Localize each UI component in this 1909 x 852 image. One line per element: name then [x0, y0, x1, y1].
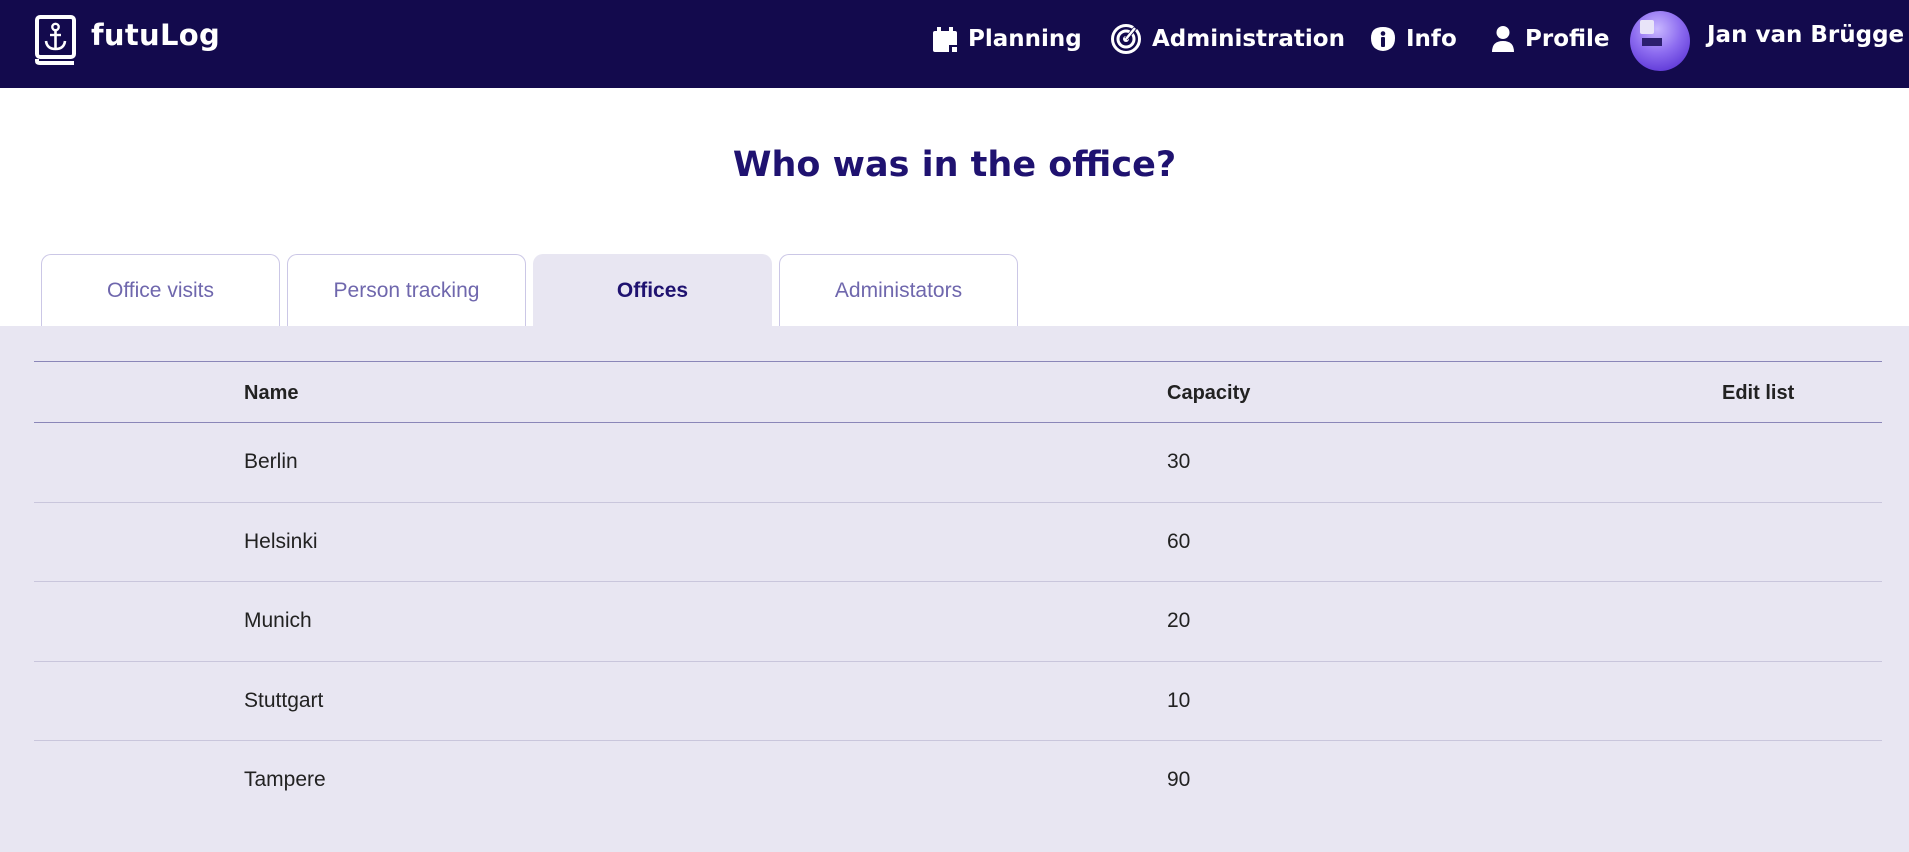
- office-name: Stuttgart: [244, 688, 324, 712]
- table-row[interactable]: Helsinki 60: [34, 503, 1882, 582]
- table-row[interactable]: Tampere 90: [34, 741, 1882, 821]
- nav-info-label: Info: [1406, 26, 1457, 52]
- tab-offices[interactable]: Offices: [533, 254, 772, 326]
- calendar-icon: [933, 27, 957, 52]
- page-title: Who was in the office?: [732, 145, 1177, 185]
- nav-administration[interactable]: Administration: [1110, 0, 1345, 78]
- table-row[interactable]: Berlin 30: [34, 423, 1882, 503]
- tab-office-visits[interactable]: Office visits: [41, 254, 280, 326]
- avatar-image-detail: [1640, 20, 1654, 34]
- tab-person-tracking[interactable]: Person tracking: [287, 254, 526, 326]
- nav-planning-label: Planning: [968, 26, 1082, 52]
- office-capacity: 60: [1167, 529, 1191, 553]
- tab-administators[interactable]: Administators: [779, 254, 1018, 326]
- office-capacity: 90: [1167, 768, 1191, 791]
- offices-panel: Name Capacity Edit list Berlin 30 Helsin…: [0, 326, 1909, 852]
- avatar[interactable]: [1630, 11, 1690, 71]
- nav-planning[interactable]: Planning: [932, 0, 1082, 78]
- nav-administration-label: Administration: [1152, 26, 1345, 52]
- logbook-anchor-icon: [35, 15, 76, 65]
- person-icon: [1492, 26, 1514, 52]
- office-capacity: 20: [1167, 609, 1191, 632]
- table-row[interactable]: Stuttgart 10: [34, 662, 1882, 741]
- target-icon: [1111, 24, 1141, 54]
- nav-profile-label: Profile: [1525, 26, 1610, 52]
- table-header: Name Capacity Edit list: [34, 361, 1882, 423]
- top-navigation-bar: futuLog Planning Administration Info Pro…: [0, 0, 1909, 88]
- office-capacity: 10: [1167, 688, 1191, 712]
- office-name: Munich: [244, 609, 312, 632]
- nav-info[interactable]: Info: [1370, 0, 1457, 78]
- table-row[interactable]: Munich 20: [34, 582, 1882, 662]
- office-name: Tampere: [244, 768, 326, 791]
- column-header-capacity: Capacity: [1167, 382, 1251, 404]
- brand-home-link[interactable]: futuLog: [34, 15, 220, 65]
- user-name[interactable]: Jan van Brügge: [1707, 22, 1904, 48]
- nav-profile[interactable]: Profile: [1491, 0, 1610, 78]
- avatar-image-detail: [1642, 38, 1662, 46]
- offices-table: Name Capacity Edit list Berlin 30 Helsin…: [34, 361, 1882, 821]
- column-header-name: Name: [244, 382, 299, 404]
- column-header-edit-list: Edit list: [1722, 382, 1795, 404]
- office-capacity: 30: [1167, 450, 1191, 473]
- info-icon: [1371, 27, 1395, 51]
- brand-name: futuLog: [91, 18, 221, 52]
- office-name: Berlin: [244, 450, 298, 473]
- office-name: Helsinki: [244, 529, 318, 553]
